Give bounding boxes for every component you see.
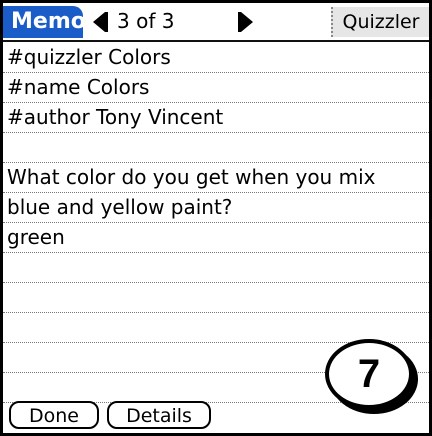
note-line: What color do you get when you mix [3,163,429,193]
note-line [3,133,429,163]
memo-screen: Memo 3 of 3 Quizzler #quizzler Colors #n… [0,0,432,436]
app-title-tab[interactable]: Memo [3,6,86,38]
previous-arrow-icon[interactable] [93,12,108,32]
step-number-badge: 7 [325,339,413,409]
title-bar: Memo 3 of 3 Quizzler [3,3,429,42]
note-line [3,283,429,313]
note-line: #author Tony Vincent [3,103,429,133]
page-indicator: 3 of 3 [117,9,175,33]
category-selector[interactable]: Quizzler [331,7,429,37]
done-button[interactable]: Done [9,401,99,429]
details-button[interactable]: Details [107,401,211,429]
note-line: #quizzler Colors [3,43,429,73]
note-line: #name Colors [3,73,429,103]
note-line [3,253,429,283]
note-line: green [3,223,429,253]
next-arrow-icon[interactable] [238,12,253,32]
note-line: blue and yellow paint? [3,193,429,223]
